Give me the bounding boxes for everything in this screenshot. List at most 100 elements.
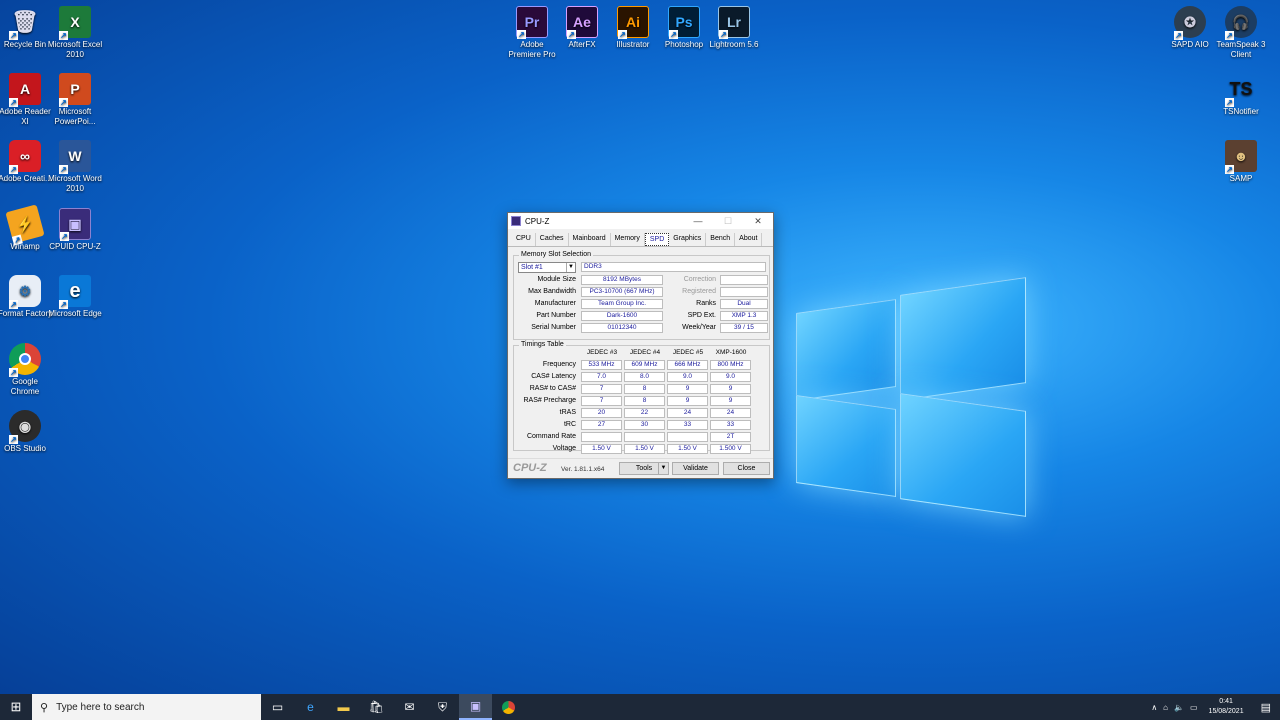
desktop-icon-label: SAPD AIO <box>1171 40 1209 49</box>
desktop-icon-winamp[interactable]: ⚡ Winamp <box>0 204 53 252</box>
tab-bench[interactable]: Bench <box>706 233 736 246</box>
tab-about[interactable]: About <box>735 233 763 246</box>
desktop-icon-label: CPUID CPU-Z <box>49 242 101 251</box>
desktop-icon-adobe-reader[interactable]: A Adobe Reader XI <box>0 73 53 127</box>
desktop-icon-premiere[interactable]: Pr Adobe Premiere Pro <box>504 6 560 60</box>
timing-value: 27 <box>581 420 622 430</box>
field-label: Manufacturer <box>534 300 576 307</box>
photoshop-icon: Ps <box>668 6 700 39</box>
minimize-button[interactable]: — <box>683 216 713 226</box>
desktop-icon-samp[interactable]: ☻ SAMP <box>1213 140 1269 184</box>
close-window-button[interactable]: ✕ <box>743 216 773 227</box>
spd-ext-field: XMP 1.3 <box>720 311 768 321</box>
desktop-icon-powerpoint[interactable]: P Microsoft PowerPoi... <box>47 73 103 127</box>
tab-graphics[interactable]: Graphics <box>669 233 707 246</box>
taskbar-store[interactable]: 🛍 <box>360 694 393 720</box>
timing-value: 20 <box>581 408 622 418</box>
desktop-icon-tsnotifier[interactable]: TS TSNotifier <box>1213 73 1269 117</box>
desktop-icon-illustrator[interactable]: Ai Illustrator <box>605 6 661 50</box>
desktop-icon-label: Microsoft PowerPoi... <box>54 107 96 126</box>
lightroom-icon: Lr <box>718 6 750 39</box>
desktop-icon-lightroom[interactable]: Lr Lightroom 5.6 <box>706 6 762 50</box>
tab-memory[interactable]: Memory <box>611 233 645 246</box>
task-view-button[interactable]: ▭ <box>261 694 294 720</box>
desktop-icon-aftereffects[interactable]: Ae AfterFX <box>554 6 610 50</box>
timing-value: 609 MHz <box>624 360 665 370</box>
search-box[interactable]: ⚲ Type here to search <box>32 694 261 720</box>
close-button[interactable]: Close <box>723 462 770 475</box>
validate-button[interactable]: Validate <box>672 462 719 475</box>
desktop-icon-word[interactable]: W Microsoft Word 2010 <box>47 140 103 194</box>
timing-value: 1.50 V <box>581 444 622 454</box>
timing-value: 9 <box>667 396 708 406</box>
clock-time: 0:41 <box>1219 698 1233 705</box>
tab-spd[interactable]: SPD <box>644 233 670 246</box>
field-label: Week/Year <box>682 324 716 331</box>
desktop-icon-edge[interactable]: e Microsoft Edge <box>47 275 103 319</box>
version-text: Ver. 1.81.1.x64 <box>561 466 605 473</box>
desktop-icon-label: Microsoft Excel 2010 <box>47 40 103 59</box>
desktop-icon-label: Adobe Premiere Pro <box>508 40 556 59</box>
desktop-icon-photoshop[interactable]: Ps Photoshop <box>656 6 712 50</box>
taskbar-file-explorer[interactable]: ▬ <box>327 694 360 720</box>
desktop-icon-excel[interactable]: X Microsoft Excel 2010 <box>47 6 103 60</box>
slot-select[interactable]: Slot #1 ▼ <box>518 262 576 273</box>
title-bar[interactable]: CPU-Z — ☐ ✕ <box>508 213 773 229</box>
manufacturer-field: Team Group Inc. <box>581 299 663 309</box>
timing-header: JEDEC #3 <box>586 349 618 356</box>
logo-pane <box>900 393 1026 517</box>
powerpoint-icon: P <box>59 73 91 107</box>
timing-value: 666 MHz <box>667 360 708 370</box>
language-icon[interactable]: ▭ <box>1187 703 1201 712</box>
desktop-icon-label: SAMP <box>1229 174 1253 183</box>
field-label: Max Bandwidth <box>528 288 576 295</box>
desktop-icon-sapd[interactable]: ✪ SAPD AIO <box>1162 6 1218 50</box>
taskbar-security[interactable]: ⛨ <box>426 694 459 720</box>
clock-date: 15/08/2021 <box>1208 708 1244 715</box>
timing-value: 22 <box>624 408 665 418</box>
desktop-icon-teamspeak[interactable]: 🎧 TeamSpeak 3 Client <box>1213 6 1269 60</box>
obs-icon: ◉ <box>9 410 41 444</box>
chrome-icon <box>502 700 515 714</box>
taskbar-chrome[interactable] <box>492 694 525 720</box>
notifications-icon[interactable]: ▤ <box>1252 701 1280 714</box>
window-title: CPU-Z <box>525 216 550 226</box>
bottom-bar: CPU-Z Ver. 1.81.1.x64 Tools ▼ Validate C… <box>508 458 773 478</box>
folder-icon: ▬ <box>337 700 350 714</box>
start-button[interactable]: ⊞ <box>0 694 32 720</box>
desktop-icon-cpuz[interactable]: ▣ CPUID CPU-Z <box>47 208 103 252</box>
timing-value: 30 <box>624 420 665 430</box>
timing-value: 1.50 V <box>667 444 708 454</box>
field-label: SPD Ext. <box>687 312 716 319</box>
timing-value: 24 <box>710 408 751 418</box>
taskbar-edge[interactable]: e <box>294 694 327 720</box>
chevron-up-icon[interactable]: ∧ <box>1148 703 1160 712</box>
desktop-icon-format-factory[interactable]: ⚙ Format Factory <box>0 275 53 319</box>
clock[interactable]: 0:41 15/08/2021 <box>1201 697 1252 717</box>
taskbar-cpuz[interactable]: ▣ <box>459 694 492 720</box>
cpuz-brand-logo: CPU-Z <box>513 462 547 474</box>
desktop-icon-creative-cloud[interactable]: ∞ Adobe Creati... <box>0 140 53 184</box>
tab-mainboard[interactable]: Mainboard <box>569 233 611 246</box>
taskbar-mail[interactable]: ✉ <box>393 694 426 720</box>
timing-value: 533 MHz <box>581 360 622 370</box>
mail-icon: ✉ <box>404 700 415 714</box>
desktop-icon-label: TeamSpeak 3 Client <box>1216 40 1266 59</box>
desktop-icon-label: OBS Studio <box>4 444 46 453</box>
network-icon[interactable]: ⌂ <box>1160 703 1171 712</box>
timing-header: JEDEC #5 <box>672 349 704 356</box>
max-bandwidth-field: PC3-10700 (667 MHz) <box>581 287 663 297</box>
timing-value: 8 <box>624 396 665 406</box>
desktop-icon-recycle-bin[interactable]: 🗑 Recycle Bin <box>0 6 53 50</box>
tab-cpu[interactable]: CPU <box>512 233 536 246</box>
desktop-icon-obs[interactable]: ◉ OBS Studio <box>0 410 53 454</box>
tab-caches[interactable]: Caches <box>536 233 569 246</box>
timing-value: 8.0 <box>624 372 665 382</box>
logo-pane <box>900 277 1026 401</box>
chrome-icon <box>9 343 41 377</box>
timing-value: 24 <box>667 408 708 418</box>
field-label: Registered <box>682 288 716 295</box>
desktop-icon-chrome[interactable]: Google Chrome <box>0 343 53 397</box>
volume-icon[interactable]: 🔈 <box>1171 703 1187 712</box>
tools-button[interactable]: Tools ▼ <box>619 462 669 475</box>
